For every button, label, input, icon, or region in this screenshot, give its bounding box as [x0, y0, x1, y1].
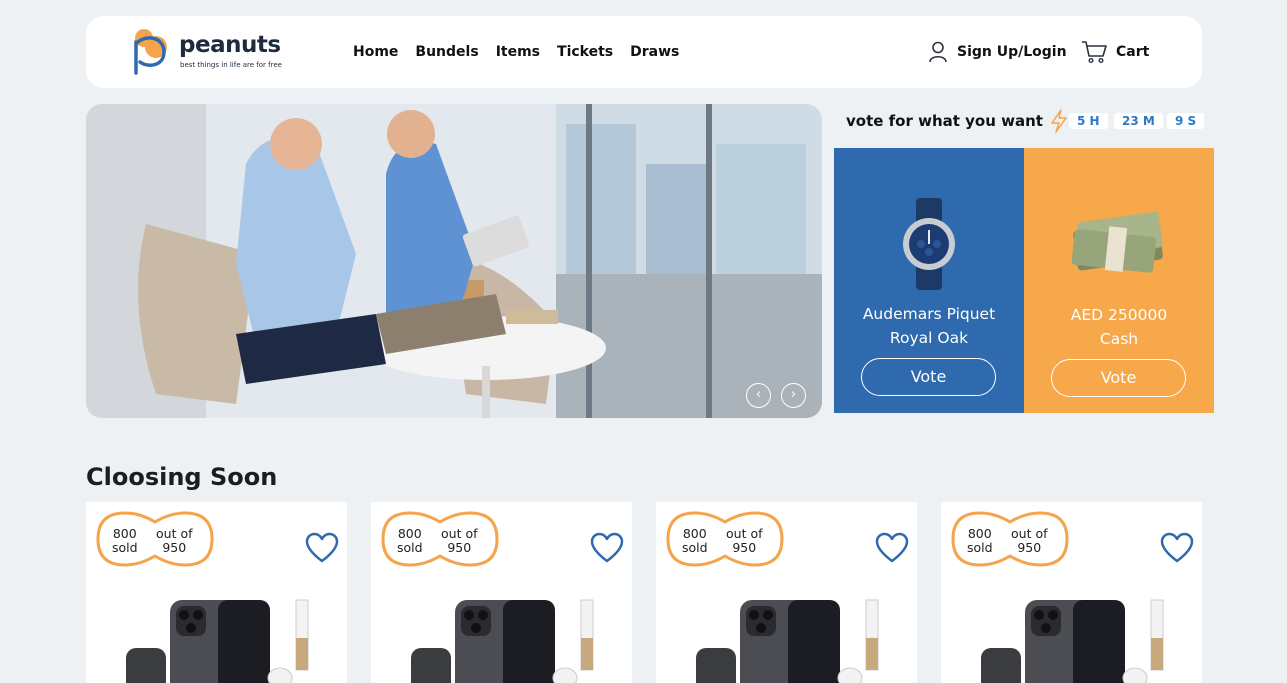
timer-seconds: 9 S — [1167, 113, 1205, 129]
main-nav: Home Bundels Items Tickets Draws — [353, 16, 679, 88]
product-card[interactable]: 800 sold out of 950 — [941, 502, 1202, 683]
cart-label: Cart — [1116, 44, 1150, 60]
total-count: out of 950 — [441, 527, 478, 555]
vote-option-name-line1: Audemars Piquet — [862, 305, 996, 323]
site-header: peanuts best things in life are for free… — [86, 16, 1202, 88]
sold-value: 800 — [112, 526, 137, 541]
chevron-left-icon: ‹ — [755, 387, 762, 402]
nav-home[interactable]: Home — [353, 44, 398, 60]
product-card[interactable]: 800 sold out of 950 — [371, 502, 632, 683]
sold-value: 800 — [682, 526, 707, 541]
product-bundle-image — [126, 599, 309, 683]
product-bundle-image — [411, 599, 594, 683]
cart-icon — [1082, 41, 1107, 64]
vote-option-name-line1: AED 250000 — [1070, 306, 1168, 324]
sold-count: 800 sold — [967, 527, 993, 555]
sold-label: sold — [397, 540, 423, 555]
vote-option-name-line2: Royal Oak — [889, 329, 969, 347]
logo-wordmark: peanuts — [179, 32, 281, 58]
sold-count: 800 sold — [112, 527, 138, 555]
cart-button[interactable]: Cart — [1081, 16, 1149, 88]
heart-icon[interactable] — [1160, 532, 1194, 564]
sold-value: 800 — [967, 526, 992, 541]
sold-count: 800 sold — [682, 527, 708, 555]
total-count: out of 950 — [1011, 527, 1048, 555]
vote-option-cash: AED 250000 Cash Vote — [1024, 148, 1214, 413]
hero-image — [86, 104, 822, 418]
vote-heading: vote for what you want — [846, 108, 1070, 134]
lightning-icon — [1051, 109, 1067, 133]
total-value: 950 — [447, 540, 472, 555]
user-icon — [929, 41, 947, 63]
heart-icon[interactable] — [305, 532, 339, 564]
section-title: Cloosing Soon — [86, 463, 278, 491]
total-value: 950 — [732, 540, 757, 555]
total-count: out of 950 — [156, 527, 193, 555]
vote-button[interactable]: Vote — [1051, 359, 1186, 397]
nav-tickets[interactable]: Tickets — [557, 44, 613, 60]
sold-label: sold — [112, 540, 138, 555]
logo-tagline: best things in life are for free — [180, 61, 282, 69]
slider-prev-button[interactable]: ‹ — [746, 383, 771, 408]
vote-title-text: vote for what you want — [846, 112, 1043, 130]
signup-label: Sign Up/Login — [957, 44, 1067, 60]
sold-value: 800 — [397, 526, 422, 541]
vote-option-name: Audemars Piquet Royal Oak — [834, 302, 1024, 350]
signup-login-button[interactable]: Sign Up/Login — [928, 16, 1067, 88]
product-bundle-image — [981, 599, 1164, 683]
out-of-label: out of — [441, 526, 478, 541]
sold-label: sold — [682, 540, 708, 555]
out-of-label: out of — [726, 526, 763, 541]
product-card[interactable]: 800 sold out of 950 — [86, 502, 347, 683]
sold-count: 800 sold — [397, 527, 423, 555]
nav-draws[interactable]: Draws — [630, 44, 679, 60]
product-card[interactable]: 800 sold out of 950 — [656, 502, 917, 683]
logo[interactable]: peanuts best things in life are for free — [132, 28, 292, 76]
total-count: out of 950 — [726, 527, 763, 555]
watch-image — [903, 198, 955, 290]
product-bundle-image — [696, 599, 879, 683]
cash-image — [1071, 211, 1163, 273]
slider-next-button[interactable]: › — [781, 383, 806, 408]
nav-bundels[interactable]: Bundels — [415, 44, 478, 60]
logo-mark-icon — [134, 29, 167, 75]
out-of-label: out of — [1011, 526, 1048, 541]
out-of-label: out of — [156, 526, 193, 541]
chevron-right-icon: › — [790, 387, 797, 402]
total-value: 950 — [1017, 540, 1042, 555]
heart-icon[interactable] — [590, 532, 624, 564]
total-value: 950 — [162, 540, 187, 555]
heart-icon[interactable] — [875, 532, 909, 564]
vote-option-watch: Audemars Piquet Royal Oak Vote — [834, 148, 1024, 413]
timer-hours: 5 H — [1069, 113, 1108, 129]
sold-label: sold — [967, 540, 993, 555]
vote-option-name-line2: Cash — [1099, 330, 1139, 348]
vote-option-name: AED 250000 Cash — [1024, 303, 1214, 351]
vote-button[interactable]: Vote — [861, 358, 996, 396]
hero-slider[interactable]: ‹ › — [86, 104, 822, 418]
nav-items[interactable]: Items — [496, 44, 540, 60]
timer-minutes: 23 M — [1114, 113, 1163, 129]
